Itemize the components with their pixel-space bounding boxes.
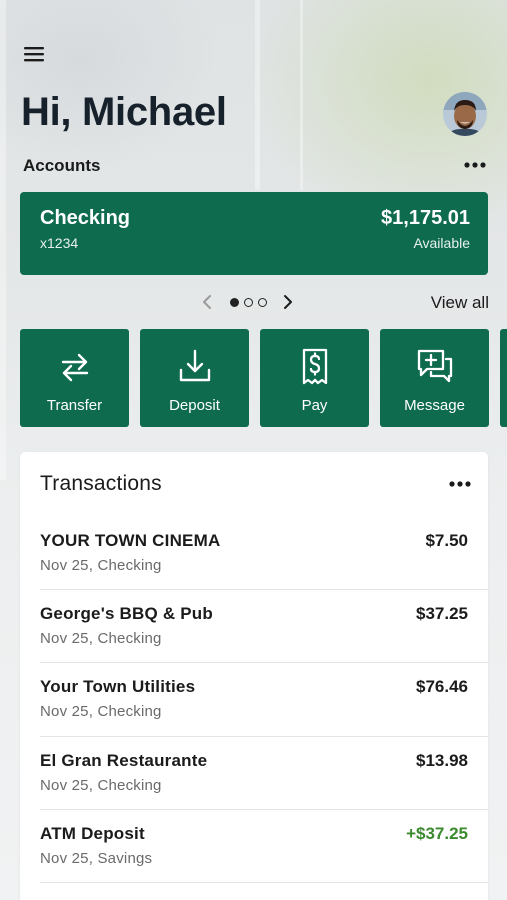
- transaction-row[interactable]: YOUR TOWN CINEMA Nov 25, Checking $7.50: [40, 531, 488, 604]
- page-indicator: [230, 297, 267, 307]
- transaction-amount: $76.46: [416, 677, 468, 696]
- transaction-row[interactable]: El Gran Restaurante Nov 25, Checking $13…: [40, 751, 488, 824]
- account-pager: [200, 292, 295, 312]
- transfer-arrows-icon: [20, 347, 129, 387]
- transaction-row[interactable]: Your Town Utilities Nov 25, Checking $76…: [40, 677, 488, 750]
- pay-label: Pay: [301, 397, 328, 414]
- account-name: Checking: [40, 207, 131, 229]
- view-all-link[interactable]: View all: [431, 293, 489, 313]
- transaction-merchant: ATM Deposit: [40, 824, 145, 843]
- transaction-date-account: Nov 25, Checking: [40, 557, 162, 574]
- transaction-date-account: Nov 25, Savings: [40, 850, 153, 867]
- hamburger-menu-icon[interactable]: [24, 44, 46, 64]
- transaction-amount: $37.25: [416, 604, 468, 623]
- row-divider: [40, 809, 488, 810]
- deposit-label: Deposit: [169, 397, 220, 414]
- transaction-merchant: El Gran Restaurante: [40, 751, 208, 770]
- page-dot-active[interactable]: [230, 297, 239, 307]
- transaction-row[interactable]: George's BBQ & Pub Nov 25, Checking $37.…: [40, 604, 488, 677]
- chevron-right-icon[interactable]: [279, 293, 295, 311]
- message-button[interactable]: Message: [380, 329, 489, 427]
- more-options-icon[interactable]: [447, 474, 473, 494]
- transaction-amount: $7.50: [425, 531, 468, 550]
- transaction-merchant: Your Town Utilities: [40, 677, 196, 696]
- row-divider: [40, 736, 488, 737]
- page-dot[interactable]: [258, 297, 267, 307]
- message-plus-icon: [380, 347, 489, 387]
- transactions-title: Transactions: [40, 472, 162, 495]
- greeting-title: Hi, Michael: [21, 90, 227, 134]
- more-actions-tile[interactable]: [500, 329, 507, 427]
- balance-label: Available: [413, 235, 470, 251]
- transaction-amount: $13.98: [416, 751, 468, 770]
- deposit-tray-icon: [140, 347, 249, 387]
- avatar[interactable]: [443, 92, 487, 136]
- accounts-section-label: Accounts: [23, 156, 101, 175]
- transaction-amount: +$37.25: [406, 824, 468, 843]
- transaction-row[interactable]: ATM Deposit Nov 25, Savings +$37.25: [40, 824, 488, 897]
- checking-account-card[interactable]: Checking x1234 $1,175.01 Available: [20, 192, 488, 275]
- deposit-button[interactable]: Deposit: [140, 329, 249, 427]
- transaction-date-account: Nov 25, Checking: [40, 777, 162, 794]
- chevron-left-icon[interactable]: [200, 293, 216, 311]
- transfer-label: Transfer: [46, 397, 103, 414]
- transaction-date-account: Nov 25, Checking: [40, 703, 162, 720]
- page-dot[interactable]: [244, 297, 253, 307]
- row-divider: [40, 882, 488, 883]
- transfer-button[interactable]: Transfer: [20, 329, 129, 427]
- account-number: x1234: [40, 235, 79, 251]
- row-divider: [40, 589, 488, 590]
- transactions-card: Transactions YOUR TOWN CINEMA Nov 25, Ch…: [20, 452, 488, 900]
- quick-actions-row: Transfer Deposit Pay Message: [20, 329, 507, 427]
- message-label: Message: [404, 397, 465, 414]
- more-options-icon[interactable]: [462, 155, 488, 175]
- transaction-merchant: George's BBQ & Pub: [40, 604, 213, 623]
- pay-button[interactable]: Pay: [260, 329, 369, 427]
- transaction-merchant: YOUR TOWN CINEMA: [40, 531, 221, 550]
- pay-receipt-icon: [260, 347, 369, 387]
- account-balance: $1,175.01: [381, 207, 470, 229]
- transaction-date-account: Nov 25, Checking: [40, 630, 162, 647]
- row-divider: [40, 662, 488, 663]
